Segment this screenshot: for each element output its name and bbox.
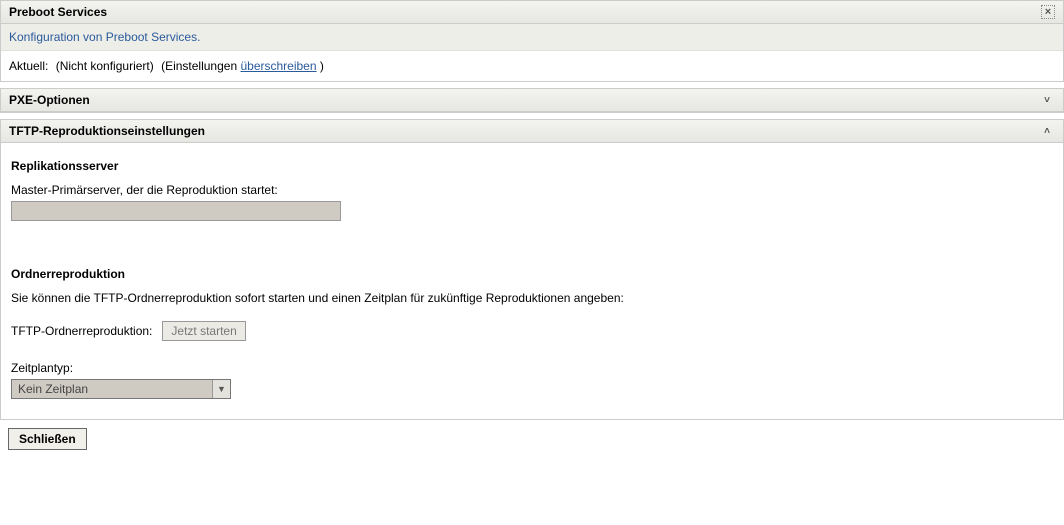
status-value: (Nicht konfiguriert) <box>56 59 154 73</box>
pxe-section: PXE-Optionen ˅ <box>0 88 1064 113</box>
pxe-section-header[interactable]: PXE-Optionen ˅ <box>1 89 1063 112</box>
panel-subtitle: Konfiguration von Preboot Services. <box>1 24 1063 51</box>
start-now-button[interactable]: Jetzt starten <box>162 321 245 341</box>
chevron-up-icon: ˄ <box>1039 124 1055 138</box>
preboot-services-panel: Preboot Services × Konfiguration von Pre… <box>0 0 1064 82</box>
tftp-section: TFTP-Reproduktionseinstellungen ˄ Replik… <box>0 119 1064 420</box>
schedule-type-label: Zeitplantyp: <box>11 361 1053 375</box>
tftp-section-header[interactable]: TFTP-Reproduktionseinstellungen ˄ <box>1 120 1063 143</box>
tftp-section-title: TFTP-Reproduktionseinstellungen <box>9 124 205 138</box>
pxe-section-title: PXE-Optionen <box>9 93 90 107</box>
status-label: Aktuell: <box>9 59 48 73</box>
footer: Schließen <box>0 420 1064 458</box>
schedule-type-value: Kein Zeitplan <box>12 380 212 398</box>
panel-header: Preboot Services × <box>1 1 1063 24</box>
chevron-down-icon: ˅ <box>1039 93 1055 107</box>
dropdown-arrow-icon: ▼ <box>212 380 230 398</box>
tftp-folder-label: TFTP-Ordnerreproduktion: <box>11 324 152 338</box>
settings-suffix: ) <box>317 59 324 73</box>
master-server-input[interactable] <box>11 201 341 221</box>
master-server-label: Master-Primärserver, der die Reproduktio… <box>11 183 1053 197</box>
close-icon[interactable]: × <box>1041 5 1055 19</box>
panel-title: Preboot Services <box>9 5 107 19</box>
status-line: Aktuell: (Nicht konfiguriert) (Einstellu… <box>1 51 1063 81</box>
folder-replication-heading: Ordnerreproduktion <box>11 267 1053 281</box>
replication-server-heading: Replikationsserver <box>11 159 1053 173</box>
settings-prefix: (Einstellungen <box>161 59 240 73</box>
tftp-folder-row: TFTP-Ordnerreproduktion: Jetzt starten <box>11 321 1053 341</box>
schedule-type-select[interactable]: Kein Zeitplan ▼ <box>11 379 231 399</box>
override-link[interactable]: überschreiben <box>240 59 316 73</box>
settings-paren: (Einstellungen überschreiben ) <box>161 59 324 73</box>
folder-replication-desc: Sie können die TFTP-Ordnerreproduktion s… <box>11 291 1053 305</box>
tftp-section-body: Replikationsserver Master-Primärserver, … <box>1 143 1063 419</box>
close-button[interactable]: Schließen <box>8 428 87 450</box>
